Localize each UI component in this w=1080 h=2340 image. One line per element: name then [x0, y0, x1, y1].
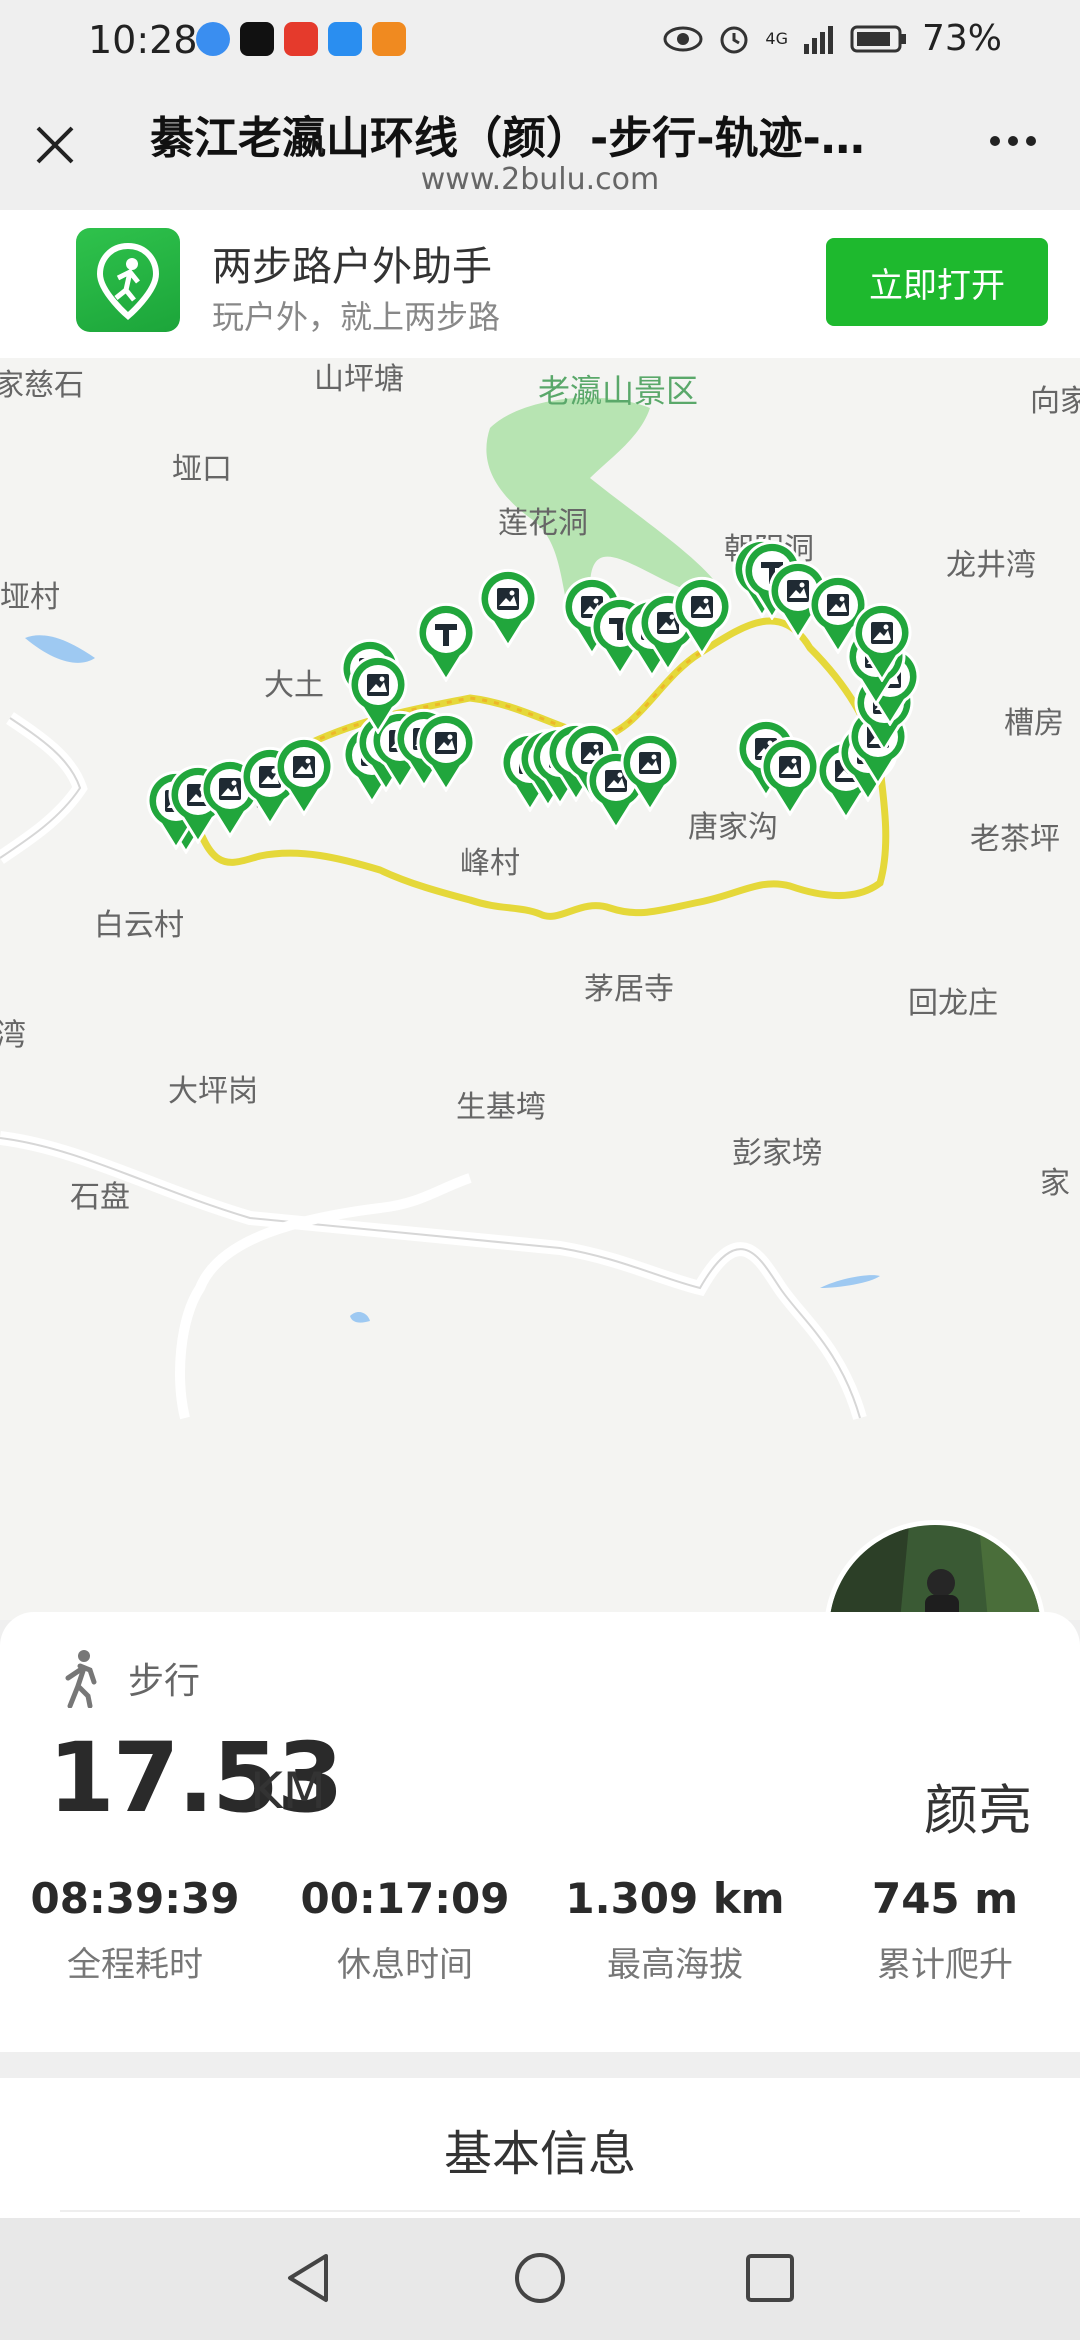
map-place-label: 回龙庄 [908, 986, 998, 1021]
map-place-label: 山坪塘 [314, 362, 404, 397]
app-promo-banner: 两步路户外助手 玩户外，就上两步路 立即打开 [0, 210, 1080, 359]
browser-notification-icon [196, 22, 230, 56]
notification-icons [196, 22, 406, 56]
photo-waypoint-icon[interactable] [619, 732, 681, 812]
map-place-label: 垭村 [0, 580, 60, 615]
photo-waypoint-icon[interactable] [273, 736, 335, 816]
map-place-label: 老瀛山景区 [538, 372, 699, 410]
lake-shape [25, 635, 95, 663]
more-menu-button[interactable] [990, 136, 1036, 146]
stat-value: 08:39:39 [30, 1874, 240, 1923]
page-title: 綦江老瀛山环线（颜）-步行-轨迹-… [150, 113, 865, 164]
stat-total-ascent: 745 m 累计爬升 [810, 1874, 1080, 1986]
home-icon[interactable] [512, 2250, 568, 2306]
app-name: 两步路户外助手 [212, 244, 492, 290]
map-place-label: 家 [1040, 1166, 1070, 1201]
map-place-label: 大坪岗 [168, 1074, 258, 1109]
back-icon[interactable] [282, 2250, 334, 2306]
photo-waypoint-icon[interactable] [415, 712, 477, 792]
network-type: 4G [765, 29, 788, 48]
walking-icon [65, 1650, 97, 1708]
section-heading: 基本信息 [443, 2126, 636, 2182]
stat-max-altitude: 1.309 km 最高海拔 [540, 1874, 810, 1986]
user-name[interactable]: 颜亮 [924, 1766, 1032, 1845]
app-slogan: 玩户外，就上两步路 [212, 298, 501, 336]
stat-value: 1.309 km [565, 1874, 785, 1923]
stat-label: 休息时间 [337, 1945, 473, 1985]
distance-unit: KM [250, 1762, 326, 1820]
basic-info-section: 基本信息 [0, 2078, 1080, 2218]
map-place-label: 茅居寺 [584, 972, 674, 1007]
photo-waypoint-icon[interactable] [759, 736, 821, 816]
pond-shape [350, 1311, 370, 1323]
map-place-label: 石盘 [70, 1180, 130, 1215]
map-place-label: 莲花洞 [498, 506, 588, 541]
eye-icon [663, 26, 703, 51]
video-notification-icon [372, 22, 406, 56]
clock: 10:28 [88, 18, 198, 62]
tiktok-notification-icon [240, 22, 274, 56]
stat-value: 745 m [871, 1874, 1019, 1923]
photo-waypoint-icon[interactable] [671, 576, 733, 656]
bank-notification-icon [284, 22, 318, 56]
browser-title-bar: 綦江老瀛山环线（颜）-步行-轨迹-… www.2bulu.com [0, 80, 1080, 210]
map-place-label: 湾 [0, 1018, 26, 1053]
stat-label: 最高海拔 [607, 1945, 743, 1985]
map-place-label: 峰村 [460, 846, 520, 881]
pond-shape [820, 1275, 880, 1288]
recents-icon[interactable] [744, 2250, 796, 2306]
map-place-label: 垭口 [172, 452, 232, 487]
map-place-label: 槽房 [1004, 706, 1064, 741]
map-place-label: 白云村 [94, 908, 184, 943]
system-status: 4G 73% [663, 18, 1002, 59]
map-place-label: 龙井湾 [946, 548, 1036, 583]
stat-label: 全程耗时 [67, 1945, 203, 1985]
track-stats: 08:39:39 全程耗时 00:17:09 休息时间 1.309 km 最高海… [0, 1874, 1080, 1986]
search-notification-icon [328, 22, 362, 56]
photo-waypoint-icon[interactable] [477, 568, 539, 648]
signal-icon [803, 25, 833, 54]
open-app-button[interactable]: 立即打开 [826, 238, 1048, 326]
map-place-label: 向家 [1030, 384, 1080, 419]
battery-level: 73% [921, 18, 1002, 59]
photo-waypoint-icon[interactable] [851, 602, 913, 682]
photo-waypoint-icon[interactable] [347, 654, 409, 734]
map-place-label: 大土 [264, 668, 324, 703]
track-summary-card: 步行 17.53 KM 颜亮 08:39:39 全程耗时 00:17:09 休息… [0, 1612, 1080, 2052]
system-nav-bar [0, 2218, 1080, 2340]
page-url: www.2bulu.com [420, 162, 660, 197]
track-map[interactable]: 家慈石山坪塘老瀛山景区向家垭口莲花洞朝阴洞龙井湾垭村大土槽房五台村唐家沟老茶坪峰… [0, 358, 1080, 1620]
alarm-icon [720, 26, 748, 53]
app-logo [76, 228, 180, 332]
text-waypoint-icon[interactable] [415, 602, 477, 682]
map-place-label: 家慈石 [0, 368, 84, 403]
divider [60, 2210, 1020, 2212]
stat-label: 累计爬升 [877, 1945, 1013, 1985]
stat-value: 00:17:09 [300, 1874, 510, 1923]
activity-type: 步行 [128, 1661, 201, 1702]
map-place-label: 老茶坪 [970, 822, 1060, 857]
status-bar: 10:28 4G 73% [0, 0, 1080, 80]
stat-total-time: 08:39:39 全程耗时 [0, 1874, 270, 1986]
map-place-label: 生基塆 [456, 1090, 546, 1125]
battery-icon [850, 25, 906, 52]
map-place-label: 彭家塝 [732, 1136, 822, 1171]
stat-rest-time: 00:17:09 休息时间 [270, 1874, 540, 1986]
